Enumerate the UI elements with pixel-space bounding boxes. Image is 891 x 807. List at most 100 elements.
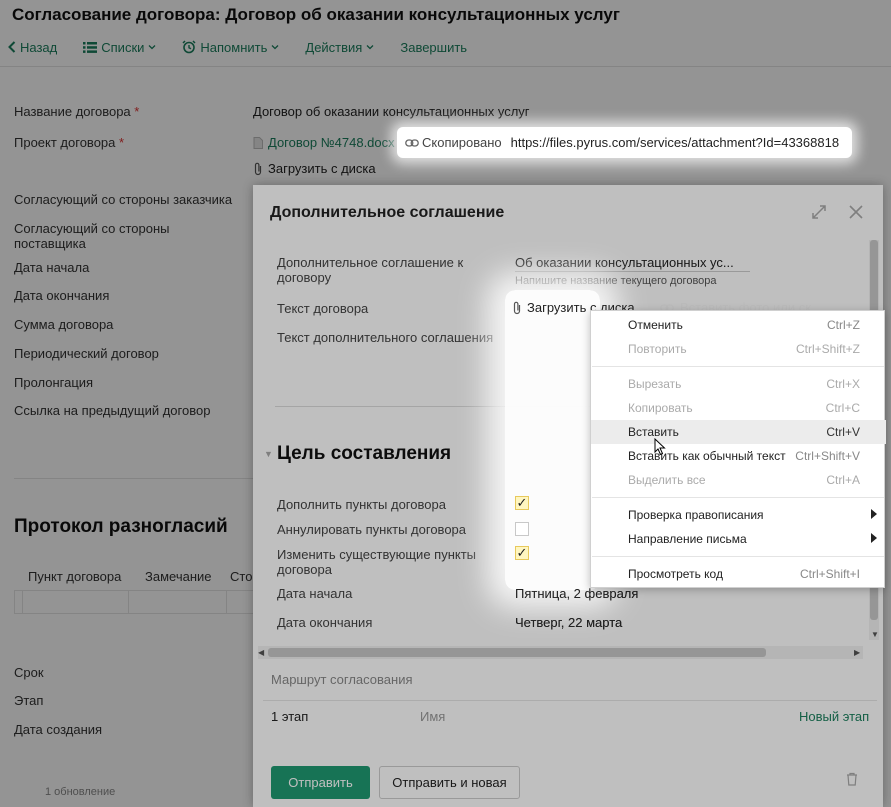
upload-label: Загрузить с диска <box>268 161 376 176</box>
column-header: Пункт договора <box>28 568 122 584</box>
menu-item-copy[interactable]: Копировать Ctrl+C <box>591 396 886 420</box>
menu-item-writing-direction[interactable]: Направление письма <box>591 527 886 551</box>
finish-label: Завершить <box>400 39 468 55</box>
link-icon <box>405 138 419 147</box>
end-date-value-highlight: Четверг, 22 марта <box>515 615 623 630</box>
paperclip-icon <box>254 162 262 175</box>
field-label-modal-end: Дата окончания <box>277 615 373 630</box>
finish-button[interactable]: Завершить <box>400 40 467 55</box>
field-label-agreement: Дополнительное соглашение к договору <box>277 255 464 285</box>
column-header: Замечание <box>145 568 212 584</box>
menu-separator <box>592 366 884 367</box>
protocol-table-header: Пункт договора Замечание Сто <box>14 562 254 590</box>
scroll-right-icon[interactable]: ▶ <box>854 648 860 657</box>
field-label-stage: Этап <box>14 693 44 708</box>
field-label-contract-text: Текст договора <box>277 301 369 316</box>
checkbox-label-cancel: Аннулировать пункты договора <box>277 522 467 537</box>
header-divider <box>0 66 891 67</box>
field-label-customer-approver: Согласующий со стороны заказчика <box>14 192 233 207</box>
checkbox-label-change: Изменить существующие пункты договора <box>277 547 477 577</box>
actions-menu[interactable]: Действия <box>305 40 374 55</box>
route-divider <box>263 700 877 701</box>
table-cell <box>15 591 23 613</box>
send-button[interactable]: Отправить <box>271 766 370 799</box>
agreement-hint: Напишите название текущего договора <box>515 275 717 287</box>
field-label-extra-text: Текст дополнительного соглашения <box>277 330 494 345</box>
field-label-contract-draft: Проект договора * <box>14 135 125 150</box>
copied-url-tooltip: Скопировано https://files.pyrus.com/serv… <box>397 127 852 158</box>
field-label-contract-name: Название договора * <box>14 104 140 119</box>
expand-icon[interactable] <box>811 204 827 223</box>
updates-count[interactable]: 1 обновление <box>45 786 115 798</box>
field-label-periodic: Периодический договор <box>14 346 159 361</box>
menu-item-inspect[interactable]: Просмотреть код Ctrl+Shift+I <box>591 562 886 586</box>
remind-label: Напомнить <box>200 39 268 55</box>
menu-item-select-all[interactable]: Выделить все Ctrl+A <box>591 468 886 492</box>
menu-item-paste-plain[interactable]: Вставить как обычный текст Ctrl+Shift+V <box>591 444 886 468</box>
column-header: Сто <box>230 568 253 584</box>
input-underline <box>515 271 750 272</box>
context-menu: Отменить Ctrl+Z Повторить Ctrl+Shift+Z Выр… <box>590 310 886 588</box>
checkbox-change-items-highlight: ✓ <box>515 545 529 560</box>
lists-label: Списки <box>101 39 145 55</box>
table-cell[interactable] <box>23 591 129 613</box>
table-row[interactable] <box>14 590 254 614</box>
protocol-title: Протокол разногласий <box>14 516 228 537</box>
menu-item-paste[interactable]: Вставить Ctrl+V <box>591 420 886 444</box>
route-title: Маршрут согласования <box>271 672 413 687</box>
field-label-prev-link: Ссылка на предыдущий договор <box>14 403 211 418</box>
modal-title: Дополнительное соглашение <box>270 204 505 221</box>
trash-icon[interactable] <box>846 772 858 789</box>
stage-name-input[interactable]: Имя <box>420 709 445 724</box>
field-label-amount: Сумма договора <box>14 317 114 332</box>
collapse-arrow-icon[interactable]: ▼ <box>264 449 273 459</box>
page-title: Согласование договора: Договор об оказан… <box>12 5 620 24</box>
copied-url: https://files.pyrus.com/services/attachm… <box>510 135 840 150</box>
chevron-left-icon <box>8 41 16 53</box>
send-and-new-button[interactable]: Отправить и новая <box>379 766 520 799</box>
back-button[interactable]: Назад <box>8 40 57 55</box>
contract-file-link[interactable]: Договор №4748.docx <box>268 135 395 150</box>
chevron-down-icon <box>366 45 374 50</box>
purpose-section-title: Цель составления <box>277 443 452 464</box>
stage-label: 1 этап <box>271 709 309 724</box>
field-label-supplier-approver: Согласующий со стороны поставщика <box>14 221 170 251</box>
mouse-cursor-icon <box>654 437 666 459</box>
paperclip-icon <box>513 301 521 314</box>
submenu-arrow-icon <box>871 533 877 543</box>
checkbox-cancel-items-highlight <box>515 522 529 536</box>
menu-separator <box>592 556 884 557</box>
table-cell[interactable] <box>129 591 227 613</box>
field-label-modal-start: Дата начала <box>277 586 353 601</box>
checkbox-add-items-highlight: ✓ <box>515 495 529 510</box>
field-label-deadline: Срок <box>14 665 44 680</box>
close-icon[interactable] <box>849 204 863 222</box>
upload-from-disk[interactable]: Загрузить с диска <box>253 161 376 176</box>
field-label-created: Дата создания <box>14 722 103 737</box>
menu-item-spellcheck[interactable]: Проверка правописания <box>591 503 886 527</box>
remind-menu[interactable]: Напомнить <box>182 40 279 55</box>
field-label-start-date: Дата начала <box>14 260 90 275</box>
menu-item-redo[interactable]: Повторить Ctrl+Shift+Z <box>591 337 886 361</box>
field-label-prolongation: Пролонгация <box>14 375 94 390</box>
new-stage-link[interactable]: Новый этап <box>799 709 869 724</box>
lists-menu[interactable]: Списки <box>83 40 156 55</box>
back-label: Назад <box>20 39 58 55</box>
toolbar: Назад Списки Напомнить Действия Завершит… <box>8 38 493 56</box>
agreement-input[interactable]: Об оказании консультационных ус... <box>515 255 734 270</box>
submenu-arrow-icon <box>871 509 877 519</box>
scroll-down-icon[interactable]: ▼ <box>871 630 879 639</box>
contract-file[interactable]: Договор №4748.docx <box>253 135 395 150</box>
copied-label: Скопировано <box>422 135 502 150</box>
chevron-down-icon <box>148 45 156 50</box>
horizontal-scrollbar[interactable] <box>258 646 863 659</box>
field-label-end-date: Дата окончания <box>14 288 110 303</box>
menu-item-undo[interactable]: Отменить Ctrl+Z <box>591 313 886 337</box>
scroll-left-icon[interactable]: ◀ <box>258 648 264 657</box>
start-date-value-highlight: Пятница, 2 февраля <box>515 586 639 601</box>
contract-name-value[interactable]: Договор об оказании консультационных усл… <box>253 104 530 119</box>
menu-separator <box>592 497 884 498</box>
menu-item-cut[interactable]: Вырезать Ctrl+X <box>591 372 886 396</box>
checkbox-label-add: Дополнить пункты договора <box>277 497 446 512</box>
scrollbar-thumb[interactable] <box>268 648 766 657</box>
